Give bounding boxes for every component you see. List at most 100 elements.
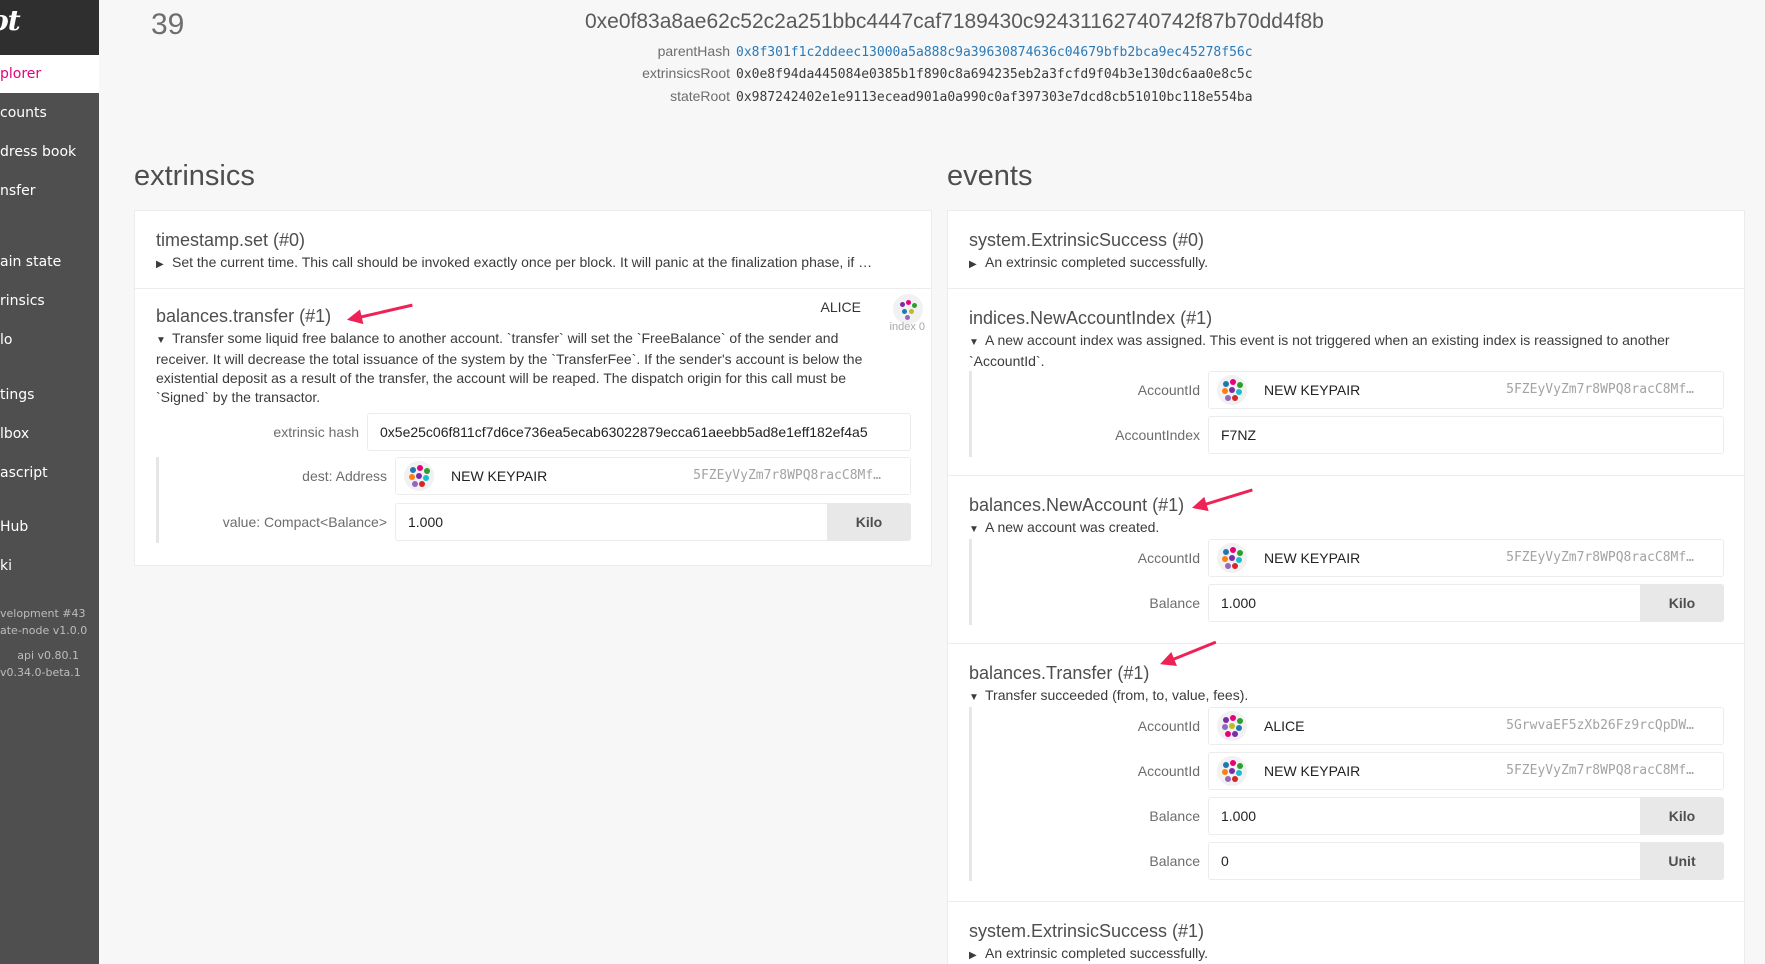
sidebar-item-address-book[interactable]: dress book — [0, 133, 99, 171]
events-panel: system.ExtrinsicSuccess (#0) ▶ An extrins… — [947, 210, 1745, 964]
parent-hash-label: parentHash — [657, 43, 730, 59]
expand-down-icon: ▼ — [969, 337, 979, 348]
expand-down-icon: ▼ — [156, 335, 166, 346]
dest-address-value[interactable]: 5FZEyVyZm7r8WPQ8racC8Mf… — [693, 457, 881, 495]
app-logo[interactable]: kadot. — [0, 0, 99, 55]
account-index-label: AccountIndex — [1115, 427, 1200, 443]
account-id-label: AccountId — [1137, 718, 1200, 734]
extrinsic-title: timestamp.set (#0) — [156, 230, 306, 250]
account-id-label: AccountId — [1137, 550, 1200, 566]
event-description[interactable]: ▶ An extrinsic completed successfully. — [969, 253, 1208, 274]
extrinsic-description[interactable]: ▼ Transfer some liquid free balance to an… — [156, 329, 916, 407]
account-id-field: AccountId NEW KEYPAIR 5FZEyVyZm7r8WPQ8ra… — [1138, 539, 1724, 577]
event-title: system.ExtrinsicSuccess (#1) — [969, 921, 1205, 941]
sidebar-footer-chain: velopment #43 ate-node v1.0.0 — [0, 607, 88, 637]
state-root-value: 0x987242402e1e9113ecead901a0a990c0af3973… — [736, 90, 1253, 105]
balance-value: 0 — [1221, 853, 1229, 869]
signer-identicon-icon[interactable] — [893, 294, 923, 324]
event-system-extrinsic-success-0[interactable]: system.ExtrinsicSuccess (#0) ▶ An extrins… — [948, 211, 1744, 289]
event-title: system.ExtrinsicSuccess (#0) — [969, 230, 1205, 250]
sidebar-item-settings[interactable]: tings — [0, 376, 99, 414]
event-indices-new-account-index[interactable]: indices.NewAccountIndex (#1) ▼ A new acco… — [948, 289, 1744, 476]
account-id-label: AccountId — [1137, 382, 1200, 398]
sidebar-item-extrinsics[interactable]: rinsics — [0, 282, 99, 320]
sidebar-item-explorer[interactable]: plorer — [0, 55, 99, 93]
event-description[interactable]: ▼ A new account index was assigned. This … — [969, 331, 1729, 371]
account-identicon-icon[interactable] — [1217, 756, 1247, 786]
expand-right-icon: ▶ — [969, 950, 977, 961]
event-description[interactable]: ▼ Transfer succeeded (from, to, value, fe… — [969, 686, 1248, 707]
account-address[interactable]: 5FZEyVyZm7r8WPQ8racC8Mf… — [1506, 539, 1694, 577]
event-title: balances.Transfer (#1) — [969, 663, 1150, 683]
sidebar-item-transfer[interactable]: nsfer — [0, 172, 99, 210]
event-title: indices.NewAccountIndex (#1) — [969, 308, 1213, 328]
extrinsic-timestamp-set[interactable]: timestamp.set (#0) ▶ Set the current time… — [135, 211, 931, 289]
balance-field: Balance 1.000 Kilo — [1149, 584, 1724, 622]
account-index-field: AccountIndex F7NZ — [1115, 416, 1724, 454]
balance-value: 1.000 — [1221, 808, 1257, 824]
transfer-value-field: Balance 1.000 Kilo — [1149, 797, 1724, 835]
args-border — [156, 457, 159, 543]
extrinsic-hash-value: 0x5e25c06f811cf7d6ce736ea5ecab63022879ec… — [380, 424, 868, 440]
extrinsic-hash-label: extrinsic hash — [273, 424, 359, 440]
account-name: ALICE — [1264, 718, 1305, 734]
sidebar-item-toolbox[interactable]: lbox — [0, 415, 99, 453]
extrinsic-balances-transfer[interactable]: balances.transfer (#1) ALICE index 0 ▼ Tr… — [135, 289, 931, 565]
sidebar-item-chain-state[interactable]: ain state — [0, 243, 99, 281]
account-index-value: F7NZ — [1221, 427, 1256, 443]
expand-right-icon: ▶ — [969, 259, 977, 270]
sidebar-footer-versions: api v0.80.1 v0.34.0-beta.1 — [0, 649, 81, 679]
extrinsic-description[interactable]: ▶ Set the current time. This call should … — [156, 253, 916, 274]
value-unit-button[interactable]: Kilo — [827, 503, 911, 541]
balance-unit-button[interactable]: Kilo — [1640, 797, 1724, 835]
block-number: 39 — [151, 8, 185, 41]
args-border — [969, 371, 972, 457]
event-description[interactable]: ▶ An extrinsic completed successfully. — [969, 944, 1208, 964]
to-account-field: AccountId NEW KEYPAIR 5FZEyVyZm7r8WPQ8ra… — [1138, 752, 1724, 790]
dest-identicon-icon[interactable] — [404, 461, 434, 491]
event-system-extrinsic-success-1[interactable]: system.ExtrinsicSuccess (#1) ▶ An extrins… — [948, 902, 1744, 964]
balance-unit-button[interactable]: Kilo — [1640, 584, 1724, 622]
dest-address-label: dest: Address — [302, 468, 387, 484]
expand-down-icon: ▼ — [969, 524, 979, 535]
account-id-field: AccountId NEW KEYPAIR 5FZEyVyZm7r8WPQ8ra… — [1138, 371, 1724, 409]
account-name: NEW KEYPAIR — [1264, 763, 1361, 779]
extrinsics-heading: extrinsics — [134, 160, 255, 192]
balance-label: Balance — [1149, 595, 1200, 611]
sidebar-item-javascript[interactable]: ascript — [0, 454, 99, 492]
account-name: NEW KEYPAIR — [1264, 550, 1361, 566]
extrinsics-root-row: extrinsicsRoot 0x0e8f94da445084e0385b1f89… — [500, 63, 1253, 83]
event-balances-new-account[interactable]: balances.NewAccount (#1) ▼ A new account … — [948, 476, 1744, 644]
state-root-label: stateRoot — [670, 88, 730, 104]
balance-value: 1.000 — [1221, 595, 1257, 611]
signer-name: ALICE — [820, 299, 861, 315]
account-identicon-icon[interactable] — [1217, 543, 1247, 573]
expand-down-icon: ▼ — [969, 692, 979, 703]
parent-hash-row: parentHash 0x8f301f1c2ddeec13000a5a888c9a… — [500, 41, 1253, 61]
event-title: balances.NewAccount (#1) — [969, 495, 1185, 515]
args-border — [969, 707, 972, 881]
extrinsic-hash-field: extrinsic hash 0x5e25c06f811cf7d6ce736ea… — [273, 413, 911, 451]
dest-address-field: dest: Address NEW KEYPAIR 5FZEyVyZm7r8WP… — [302, 457, 911, 495]
sidebar-item-github[interactable]: Hub — [0, 508, 99, 546]
extrinsics-root-value: 0x0e8f94da445084e0385b1f890c8a694235eb2a… — [736, 67, 1253, 82]
sidebar: kadot. plorer counts dress book nsfer ai… — [0, 0, 99, 964]
event-description[interactable]: ▼ A new account was created. — [969, 518, 1159, 539]
parent-hash-link[interactable]: 0x8f301f1c2ddeec13000a5a888c9a3963087463… — [736, 45, 1253, 60]
account-identicon-icon[interactable] — [1217, 711, 1247, 741]
extrinsics-root-label: extrinsicsRoot — [642, 65, 730, 81]
account-address[interactable]: 5FZEyVyZm7r8WPQ8racC8Mf… — [1506, 371, 1694, 409]
account-address[interactable]: 5GrwvaEF5zXb26Fz9rcQpDW… — [1506, 707, 1694, 745]
account-identicon-icon[interactable] — [1217, 375, 1247, 405]
sidebar-item-wiki[interactable]: ki — [0, 547, 99, 585]
sidebar-item-sudo[interactable]: lo — [0, 321, 99, 359]
extrinsics-panel: timestamp.set (#0) ▶ Set the current time… — [134, 210, 932, 566]
extrinsic-title: balances.transfer (#1) — [156, 306, 332, 326]
event-balances-transfer[interactable]: balances.Transfer (#1) ▼ Transfer succeed… — [948, 644, 1744, 902]
account-address[interactable]: 5FZEyVyZm7r8WPQ8racC8Mf… — [1506, 752, 1694, 790]
balance-label: Balance — [1149, 853, 1200, 869]
value-balance-field: value: Compact<Balance> 1.000 Kilo — [223, 503, 911, 541]
sidebar-item-accounts[interactable]: counts — [0, 94, 99, 132]
account-name: NEW KEYPAIR — [1264, 382, 1361, 398]
balance-unit-button[interactable]: Unit — [1640, 842, 1724, 880]
